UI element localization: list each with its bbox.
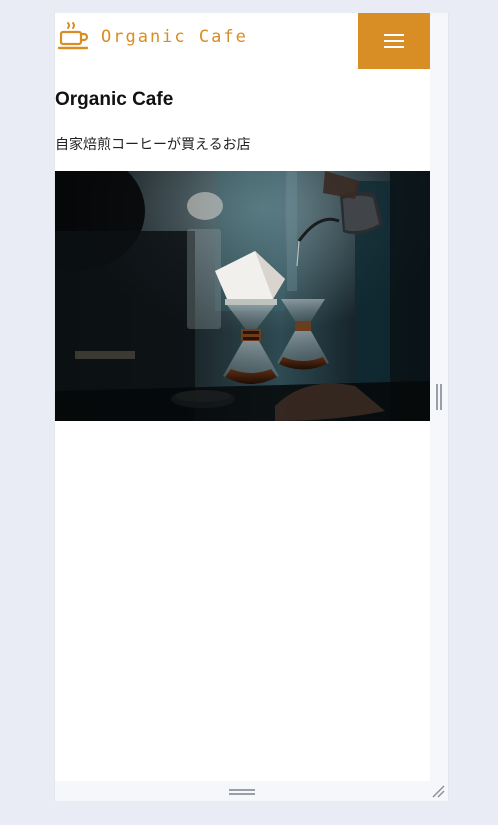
page-title: Organic Cafe — [55, 89, 174, 110]
logo-link[interactable]: Organic Cafe — [57, 21, 248, 53]
hamburger-menu-icon — [384, 34, 404, 48]
corner-resize-icon[interactable] — [431, 784, 445, 798]
menu-button[interactable] — [358, 13, 430, 69]
hero-image — [55, 171, 430, 421]
device-frame: Organic Cafe Organic Cafe 自家焙煎コーヒーが買えるお店 — [54, 13, 449, 801]
site-header: Organic Cafe — [55, 13, 430, 69]
vertical-resize-handle[interactable] — [436, 384, 442, 410]
tagline: 自家焙煎コーヒーが買えるお店 — [55, 137, 251, 153]
coffee-cup-icon — [57, 22, 89, 50]
horizontal-resize-handle[interactable] — [229, 789, 255, 795]
logo-text: Organic Cafe — [101, 27, 248, 47]
page-viewport: Organic Cafe Organic Cafe 自家焙煎コーヒーが買えるお店 — [55, 13, 430, 781]
